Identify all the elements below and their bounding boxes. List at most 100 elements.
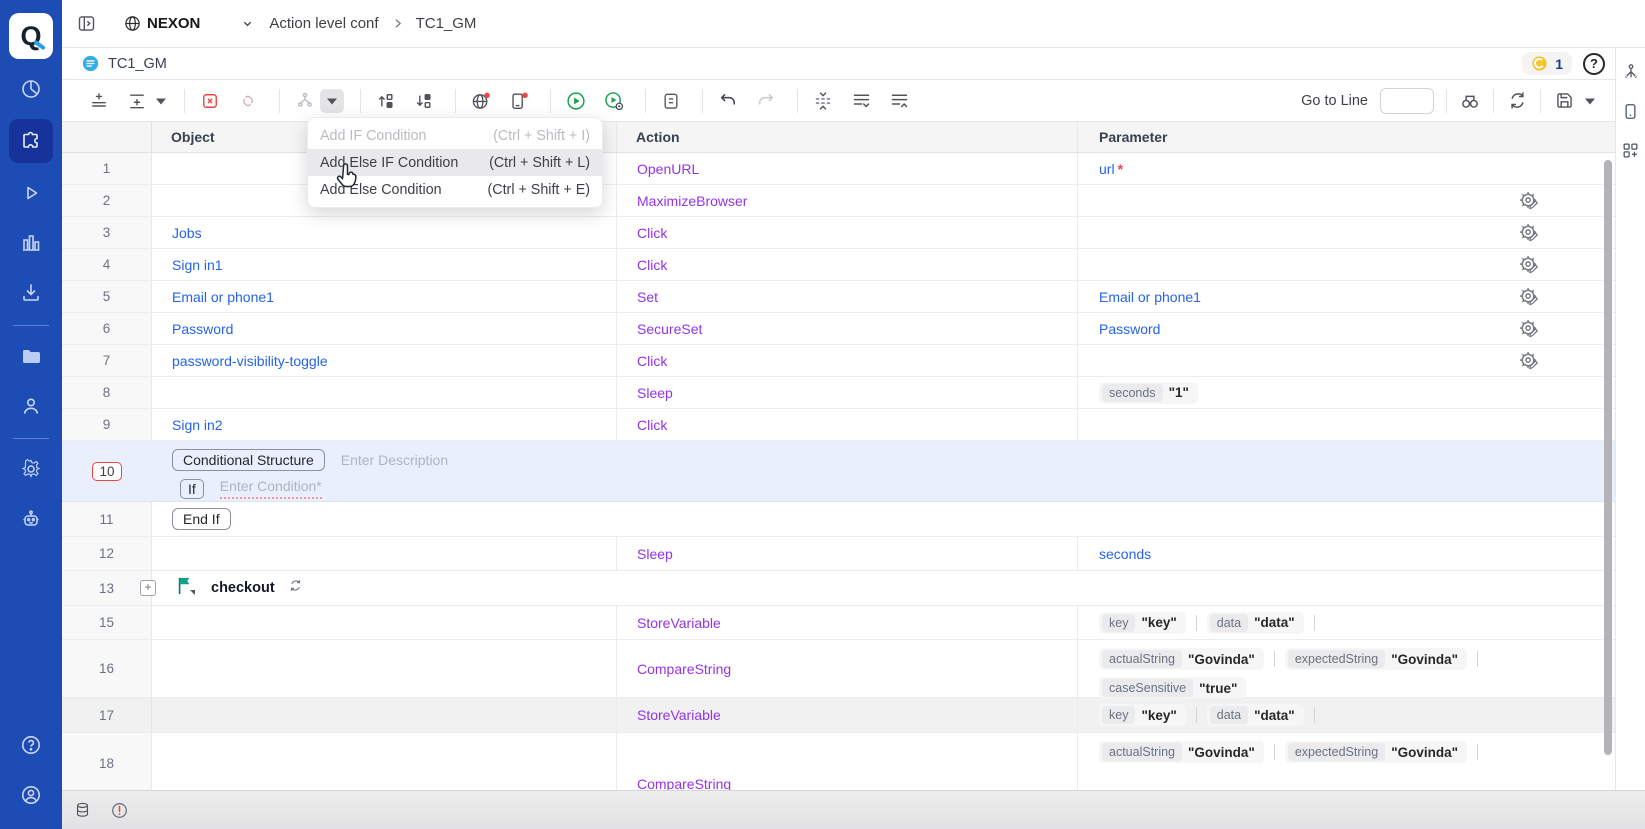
row-number-cell[interactable]: 1 [62, 153, 152, 184]
step-row-17[interactable]: 17 StoreVariablekey"key"data"data" [62, 698, 1615, 733]
panel-toggle-icon[interactable] [75, 12, 97, 36]
add-row-above-button[interactable] [126, 89, 148, 113]
row-number-cell[interactable]: 10 [62, 441, 152, 501]
parameter-tag[interactable]: seconds"1" [1099, 382, 1198, 404]
parameter-tag[interactable]: expectedString"Govinda" [1285, 741, 1467, 763]
settings-edit-icon[interactable] [1518, 254, 1540, 276]
column-header-action[interactable]: Action [617, 122, 1078, 152]
parameter-tag[interactable]: caseSensitive"true" [1099, 677, 1246, 699]
parameter-cell[interactable]: seconds"1" [1078, 377, 1615, 408]
action-cell[interactable]: CompareString [617, 733, 1078, 790]
row-number-cell[interactable]: 6 [62, 313, 152, 344]
step-row-15[interactable]: 15StoreVariablekey"key"data"data" [62, 606, 1615, 640]
step-row-8[interactable]: 8Sleepseconds"1" [62, 377, 1615, 409]
vertical-scrollbar[interactable] [1604, 160, 1612, 755]
parameter-tag[interactable]: actualString"Govinda" [1099, 741, 1264, 763]
parameter-cell[interactable]: Email or phone1 [1078, 281, 1615, 312]
row-number-cell[interactable]: 13 [62, 571, 152, 605]
settings-edit-icon[interactable] [1518, 190, 1540, 212]
step-row-4[interactable]: 4Sign in1Click [62, 249, 1615, 281]
save-button[interactable] [1553, 89, 1575, 113]
help-button[interactable]: ? [1583, 53, 1605, 75]
step-row-3[interactable]: 3JobsClick [62, 217, 1615, 249]
step-row-11[interactable]: 11End If [62, 502, 1615, 537]
row-number-cell[interactable]: 11 [62, 502, 152, 536]
parameter-cell[interactable]: Password [1078, 313, 1615, 344]
step-row-18[interactable]: 18CompareStringactualString"Govinda"expe… [62, 733, 1615, 790]
description-placeholder[interactable]: Enter Description [341, 452, 448, 468]
row-number-cell[interactable]: 15 [62, 606, 152, 639]
find-button[interactable] [1459, 89, 1481, 113]
sidebar-item-users[interactable] [9, 386, 53, 426]
object-cell[interactable] [152, 640, 617, 697]
go-to-line-input[interactable] [1380, 88, 1434, 114]
parameter-cell[interactable] [1078, 185, 1615, 216]
settings-edit-icon[interactable] [1518, 350, 1540, 372]
object-cell[interactable]: password-visibility-toggle [152, 345, 617, 376]
parameter-cell[interactable] [1078, 249, 1615, 280]
q-logo[interactable]: Q [9, 13, 53, 59]
mobile-record-button[interactable] [508, 89, 530, 113]
step-row-2[interactable]: 2MaximizeBrowser [62, 185, 1615, 217]
action-cell[interactable]: CompareString [617, 640, 1078, 697]
sidebar-item-reports[interactable] [9, 223, 53, 263]
step-row-5[interactable]: 5Email or phone1SetEmail or phone1 [62, 281, 1615, 313]
parameter-cell[interactable]: key"key" data"data" [1078, 606, 1615, 639]
data-source-button[interactable] [70, 798, 94, 822]
action-cell[interactable]: Sleep [617, 537, 1078, 570]
column-header-parameter[interactable]: Parameter [1078, 122, 1615, 152]
conditional-structure-block[interactable]: Conditional StructureEnter DescriptionIf… [152, 441, 1615, 501]
object-cell[interactable] [152, 606, 617, 639]
parameter-tag[interactable]: data"data" [1207, 612, 1304, 634]
object-cell[interactable]: Email or phone1 [152, 281, 617, 312]
step-row-10[interactable]: 10Conditional StructureEnter Description… [62, 441, 1615, 502]
web-record-button[interactable] [470, 89, 492, 113]
parameter-tag[interactable]: key"key" [1099, 612, 1186, 634]
sidebar-item-files[interactable] [9, 336, 53, 376]
parameter-cell[interactable]: key"key"data"data" [1078, 698, 1615, 732]
sidebar-item-assistant[interactable] [9, 499, 53, 539]
save-menu-caret[interactable] [1583, 89, 1597, 113]
row-number-cell[interactable]: 9 [62, 409, 152, 440]
parameter-cell[interactable]: actualString"Govinda"expectedString"Govi… [1078, 640, 1615, 697]
settings-edit-icon[interactable] [1518, 318, 1540, 340]
parameter-cell[interactable] [1078, 409, 1615, 440]
action-cell[interactable]: OpenURL [617, 153, 1078, 184]
sync-button[interactable] [1506, 89, 1528, 113]
module-row-content[interactable]: + checkout [152, 571, 1615, 605]
sidebar-item-help[interactable] [9, 725, 53, 765]
unlink-button[interactable] [237, 89, 259, 113]
step-row-9[interactable]: 9Sign in2Click [62, 409, 1615, 441]
action-cell[interactable]: Click [617, 217, 1078, 248]
action-cell[interactable]: Click [617, 249, 1078, 280]
step-row-12[interactable]: 12 Sleepseconds [62, 537, 1615, 571]
add-row-below-button[interactable] [88, 89, 110, 113]
row-number-cell[interactable]: 5 [62, 281, 152, 312]
run-with-settings-button[interactable] [603, 89, 625, 113]
action-cell[interactable]: SecureSet [617, 313, 1078, 344]
condition-menu-caret[interactable] [320, 89, 344, 113]
add-row-menu-caret[interactable] [154, 89, 168, 113]
object-cell[interactable]: Sign in2 [152, 409, 617, 440]
step-row-13[interactable]: 13+ checkout [62, 571, 1615, 606]
row-number-cell[interactable]: 3 [62, 217, 152, 248]
settings-edit-icon[interactable] [1518, 286, 1540, 308]
breadcrumb-section[interactable]: Action level conf [269, 15, 378, 32]
tab-testcase-title[interactable]: TC1_GM [108, 56, 167, 72]
object-cell[interactable] [152, 377, 617, 408]
action-cell[interactable]: StoreVariable [617, 698, 1078, 732]
action-cell[interactable]: Click [617, 409, 1078, 440]
parameter-cell[interactable] [1078, 217, 1615, 248]
menu-item-add-if-condition[interactable]: Add IF Condition(Ctrl + Shift + I) [308, 122, 602, 149]
condition-placeholder[interactable]: Enter Condition* [220, 478, 322, 499]
delete-step-button[interactable] [199, 89, 221, 113]
parameter-cell[interactable]: url* [1078, 153, 1615, 184]
row-number-cell[interactable]: 7 [62, 345, 152, 376]
parameter-cell[interactable]: seconds [1078, 537, 1615, 570]
sidebar-item-account[interactable] [9, 775, 53, 815]
row-number-cell[interactable]: 17 [62, 698, 152, 732]
object-cell[interactable] [152, 537, 617, 570]
step-row-6[interactable]: 6PasswordSecureSetPassword [62, 313, 1615, 345]
row-number-cell[interactable]: 12 [62, 537, 152, 570]
object-cell[interactable]: Sign in1 [152, 249, 617, 280]
